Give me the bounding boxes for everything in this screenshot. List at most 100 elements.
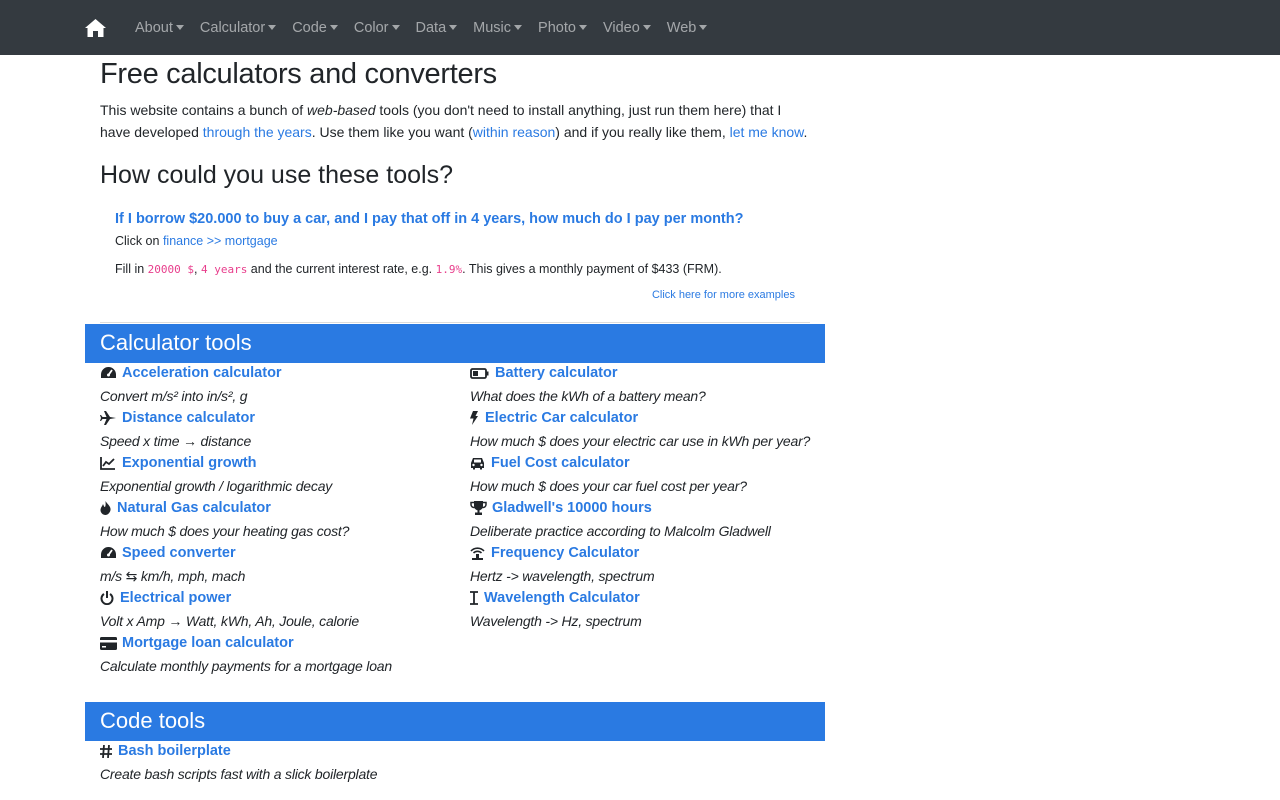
nav-label: Color (353, 19, 389, 36)
nav-label: Music (473, 19, 512, 36)
caret-down-icon (642, 25, 651, 30)
electric-car-calculator-link[interactable]: Electric Car calculator (485, 410, 638, 426)
code-rate: 1.9% (435, 263, 463, 276)
home-icon[interactable] (85, 18, 107, 38)
nav-label: Photo (538, 19, 576, 36)
intro-text: . (803, 124, 808, 140)
tool-natural-gas: Natural Gas calculator How much $ does y… (100, 498, 460, 541)
intro-text: . Use them like you want ( (311, 124, 473, 140)
tool-description: How much $ does your car fuel cost per y… (470, 478, 747, 494)
example-text: . This gives a monthly payment of $433 (… (462, 262, 722, 276)
natural-gas-calculator-link[interactable]: Natural Gas calculator (117, 500, 271, 516)
nav-video[interactable]: Video (603, 20, 651, 36)
through-the-years-link[interactable]: through the years (203, 124, 312, 140)
exponential-growth-link[interactable]: Exponential growth (122, 455, 257, 471)
example-text: , (194, 262, 201, 276)
nav-about[interactable]: About (135, 20, 184, 36)
caret-down-icon (391, 25, 400, 30)
gladwell-10000-hours-link[interactable]: Gladwell's 10000 hours (492, 500, 652, 516)
tool-electric-car: Electric Car calculator How much $ does … (470, 408, 830, 451)
tool-wavelength: Wavelength Calculator Wavelength -> Hz, … (470, 588, 830, 631)
intro-emphasis: web-based (307, 102, 376, 118)
tool-acceleration: Acceleration calculator Convert m/s² int… (100, 363, 460, 406)
tool-gladwell: Gladwell's 10000 hours Deliberate practi… (470, 498, 830, 541)
tachometer-icon (100, 366, 117, 380)
nav-photo[interactable]: Photo (538, 20, 587, 36)
tool-description: Create bash scripts fast with a slick bo… (100, 766, 378, 782)
code-tools-header: Code tools (85, 702, 825, 741)
page-title: Free calculators and converters (100, 58, 497, 90)
nav-label: About (135, 19, 173, 36)
frequency-calculator-link[interactable]: Frequency Calculator (491, 545, 639, 561)
wavelength-calculator-link[interactable]: Wavelength Calculator (484, 590, 640, 606)
acceleration-calculator-link[interactable]: Acceleration calculator (122, 365, 282, 381)
example-text: Fill in (115, 262, 148, 276)
bolt-icon (470, 411, 480, 425)
tool-description: Hertz -> wavelength, spectrum (470, 568, 655, 584)
code-amount: 20000 $ (147, 263, 195, 276)
caret-down-icon (514, 25, 523, 30)
tool-description: Speed x time → distance (100, 433, 252, 449)
nav-label: Calculator (199, 19, 266, 36)
nav-code[interactable]: Code (292, 20, 338, 36)
intro-paragraph: This website contains a bunch of web-bas… (100, 99, 815, 143)
caret-down-icon (175, 25, 184, 30)
tool-fuel-cost: Fuel Cost calculator How much $ does you… (470, 453, 830, 496)
nav-color[interactable]: Color (354, 20, 400, 36)
tool-description: Deliberate practice according to Malcolm… (470, 523, 771, 539)
tool-description: How much $ does your electric car use in… (470, 433, 811, 449)
nav-music[interactable]: Music (473, 19, 523, 36)
nav-label: Web (666, 19, 697, 36)
tool-distance: Distance calculator Speed x time → dista… (100, 408, 460, 451)
tool-electrical-power: Electrical power Volt x Amp → Watt, kWh,… (100, 588, 460, 631)
nav-label: Video (602, 19, 640, 36)
caret-down-icon (329, 25, 338, 30)
battery-calculator-link[interactable]: Battery calculator (495, 365, 618, 381)
let-me-know-link[interactable]: let me know (730, 124, 804, 140)
tool-speed: Speed converter m/s ⇆ km/h, mph, mach (100, 543, 460, 586)
example-click-line: Click on finance >> mortgage (115, 232, 278, 250)
tool-description: m/s ⇆ km/h, mph, mach (100, 568, 246, 584)
more-examples-link[interactable]: Click here for more examples (652, 289, 795, 301)
finance-mortgage-link[interactable]: finance >> mortgage (163, 234, 278, 248)
tool-description: Exponential growth / logarithmic decay (100, 478, 333, 494)
text-cursor-icon (470, 591, 479, 605)
nav-web[interactable]: Web (667, 20, 708, 36)
how-heading: How could you use these tools? (100, 161, 453, 189)
distance-calculator-link[interactable]: Distance calculator (122, 410, 255, 426)
calculator-tools-header: Calculator tools (85, 324, 825, 363)
electrical-power-link[interactable]: Electrical power (120, 590, 231, 606)
wifi-tower-icon (470, 546, 486, 560)
tool-description: Calculate monthly payments for a mortgag… (100, 658, 392, 674)
caret-down-icon (578, 25, 587, 30)
speed-converter-link[interactable]: Speed converter (122, 545, 236, 561)
credit-card-icon (100, 636, 117, 650)
nav-label: Data (415, 19, 447, 36)
bash-boilerplate-link[interactable]: Bash boilerplate (118, 743, 231, 759)
tool-description: Convert m/s² into in/s², g (100, 388, 248, 404)
car-icon (470, 456, 486, 470)
tool-battery: Battery calculator What does the kWh of … (470, 363, 830, 406)
nav-data[interactable]: Data (416, 20, 458, 36)
nav-calculator[interactable]: Calculator (199, 19, 277, 36)
fire-icon (100, 501, 112, 515)
line-chart-icon (100, 456, 117, 470)
tool-mortgage: Mortgage loan calculator Calculate month… (100, 633, 460, 676)
within-reason-link[interactable]: within reason (473, 124, 556, 140)
top-navbar: About Calculator Code Color Data Music P… (0, 0, 1280, 55)
tool-description: Volt x Amp → Watt, kWh, Ah, Joule, calor… (100, 613, 359, 629)
intro-text: This website contains a bunch of (100, 102, 308, 118)
tachometer-icon (100, 546, 117, 560)
example-text: Click on (115, 234, 163, 248)
fuel-cost-calculator-link[interactable]: Fuel Cost calculator (491, 455, 630, 471)
tool-description: How much $ does your heating gas cost? (100, 523, 350, 539)
mortgage-loan-calculator-link[interactable]: Mortgage loan calculator (122, 635, 294, 651)
power-icon (100, 591, 115, 605)
tool-description: Wavelength -> Hz, spectrum (470, 613, 642, 629)
tool-description: What does the kWh of a battery mean? (470, 388, 706, 404)
code-years: 4 years (200, 263, 248, 276)
example-question-link[interactable]: If I borrow $20.000 to buy a car, and I … (115, 209, 743, 229)
tool-exponential: Exponential growth Exponential growth / … (100, 453, 460, 496)
tool-bash-boilerplate: Bash boilerplate Create bash scripts fas… (100, 741, 460, 784)
example-fill-line: Fill in 20000 $, 4 years and the current… (115, 260, 722, 279)
